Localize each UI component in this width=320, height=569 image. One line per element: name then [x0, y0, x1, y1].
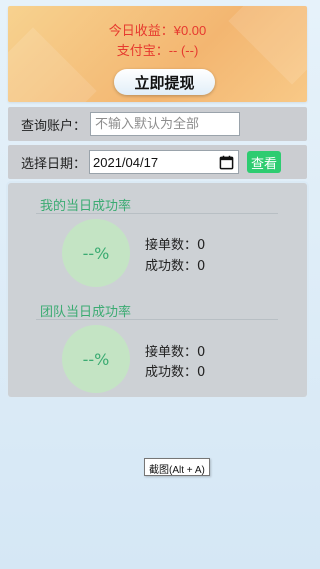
success-rate-card: 我的当日成功率 --% 接单数：0 成功数：0 团队当日成功率 --% 接单数：… — [8, 183, 307, 397]
today-income-label: 今日收益： — [108, 23, 174, 38]
withdraw-button[interactable]: 立即提现 — [114, 69, 215, 95]
my-success-label: 成功数： — [145, 259, 198, 274]
my-orders-count: 接单数：0 — [145, 234, 205, 253]
team-success-label: 成功数： — [145, 365, 198, 380]
view-button[interactable]: 查看 — [247, 151, 282, 173]
today-income-value: ¥0.00 — [173, 23, 207, 38]
section-divider — [36, 213, 278, 214]
date-input[interactable]: 2021/04/17 — [89, 150, 240, 174]
earnings-panel: 今日收益：¥0.00 支付宝：-- (--) 立即提现 — [8, 6, 307, 102]
team-success-count: 成功数：0 — [145, 361, 205, 380]
team-orders-label: 接单数： — [145, 345, 198, 360]
account-label: 查询账户： — [21, 118, 87, 134]
account-input[interactable] — [90, 112, 241, 136]
section-divider — [36, 319, 278, 320]
my-success-rate-circle: --% — [62, 219, 130, 287]
date-query-row: 选择日期： 2021/04/17 查看 — [8, 145, 307, 179]
calendar-icon[interactable] — [219, 155, 234, 170]
team-orders-count: 接单数：0 — [145, 341, 205, 360]
account-query-row: 查询账户： — [8, 107, 307, 141]
alipay-account: 支付宝：-- (--) — [8, 40, 307, 59]
team-success-value: 0 — [197, 365, 206, 380]
my-success-value: 0 — [197, 259, 206, 274]
today-income: 今日收益：¥0.00 — [8, 20, 307, 39]
screenshot-tooltip: 截图(Alt + A) — [144, 458, 210, 476]
my-success-count: 成功数：0 — [145, 255, 205, 274]
my-orders-value: 0 — [197, 238, 206, 253]
team-success-rate-circle: --% — [62, 325, 130, 393]
my-orders-label: 接单数： — [145, 238, 198, 253]
my-success-rate-title: 我的当日成功率 — [40, 199, 132, 214]
team-success-rate-title: 团队当日成功率 — [40, 305, 132, 320]
date-label: 选择日期： — [21, 156, 87, 172]
alipay-label: 支付宝： — [116, 43, 169, 58]
team-orders-value: 0 — [197, 345, 206, 360]
date-value: 2021/04/17 — [93, 154, 159, 170]
alipay-value: -- (--) — [168, 43, 199, 58]
